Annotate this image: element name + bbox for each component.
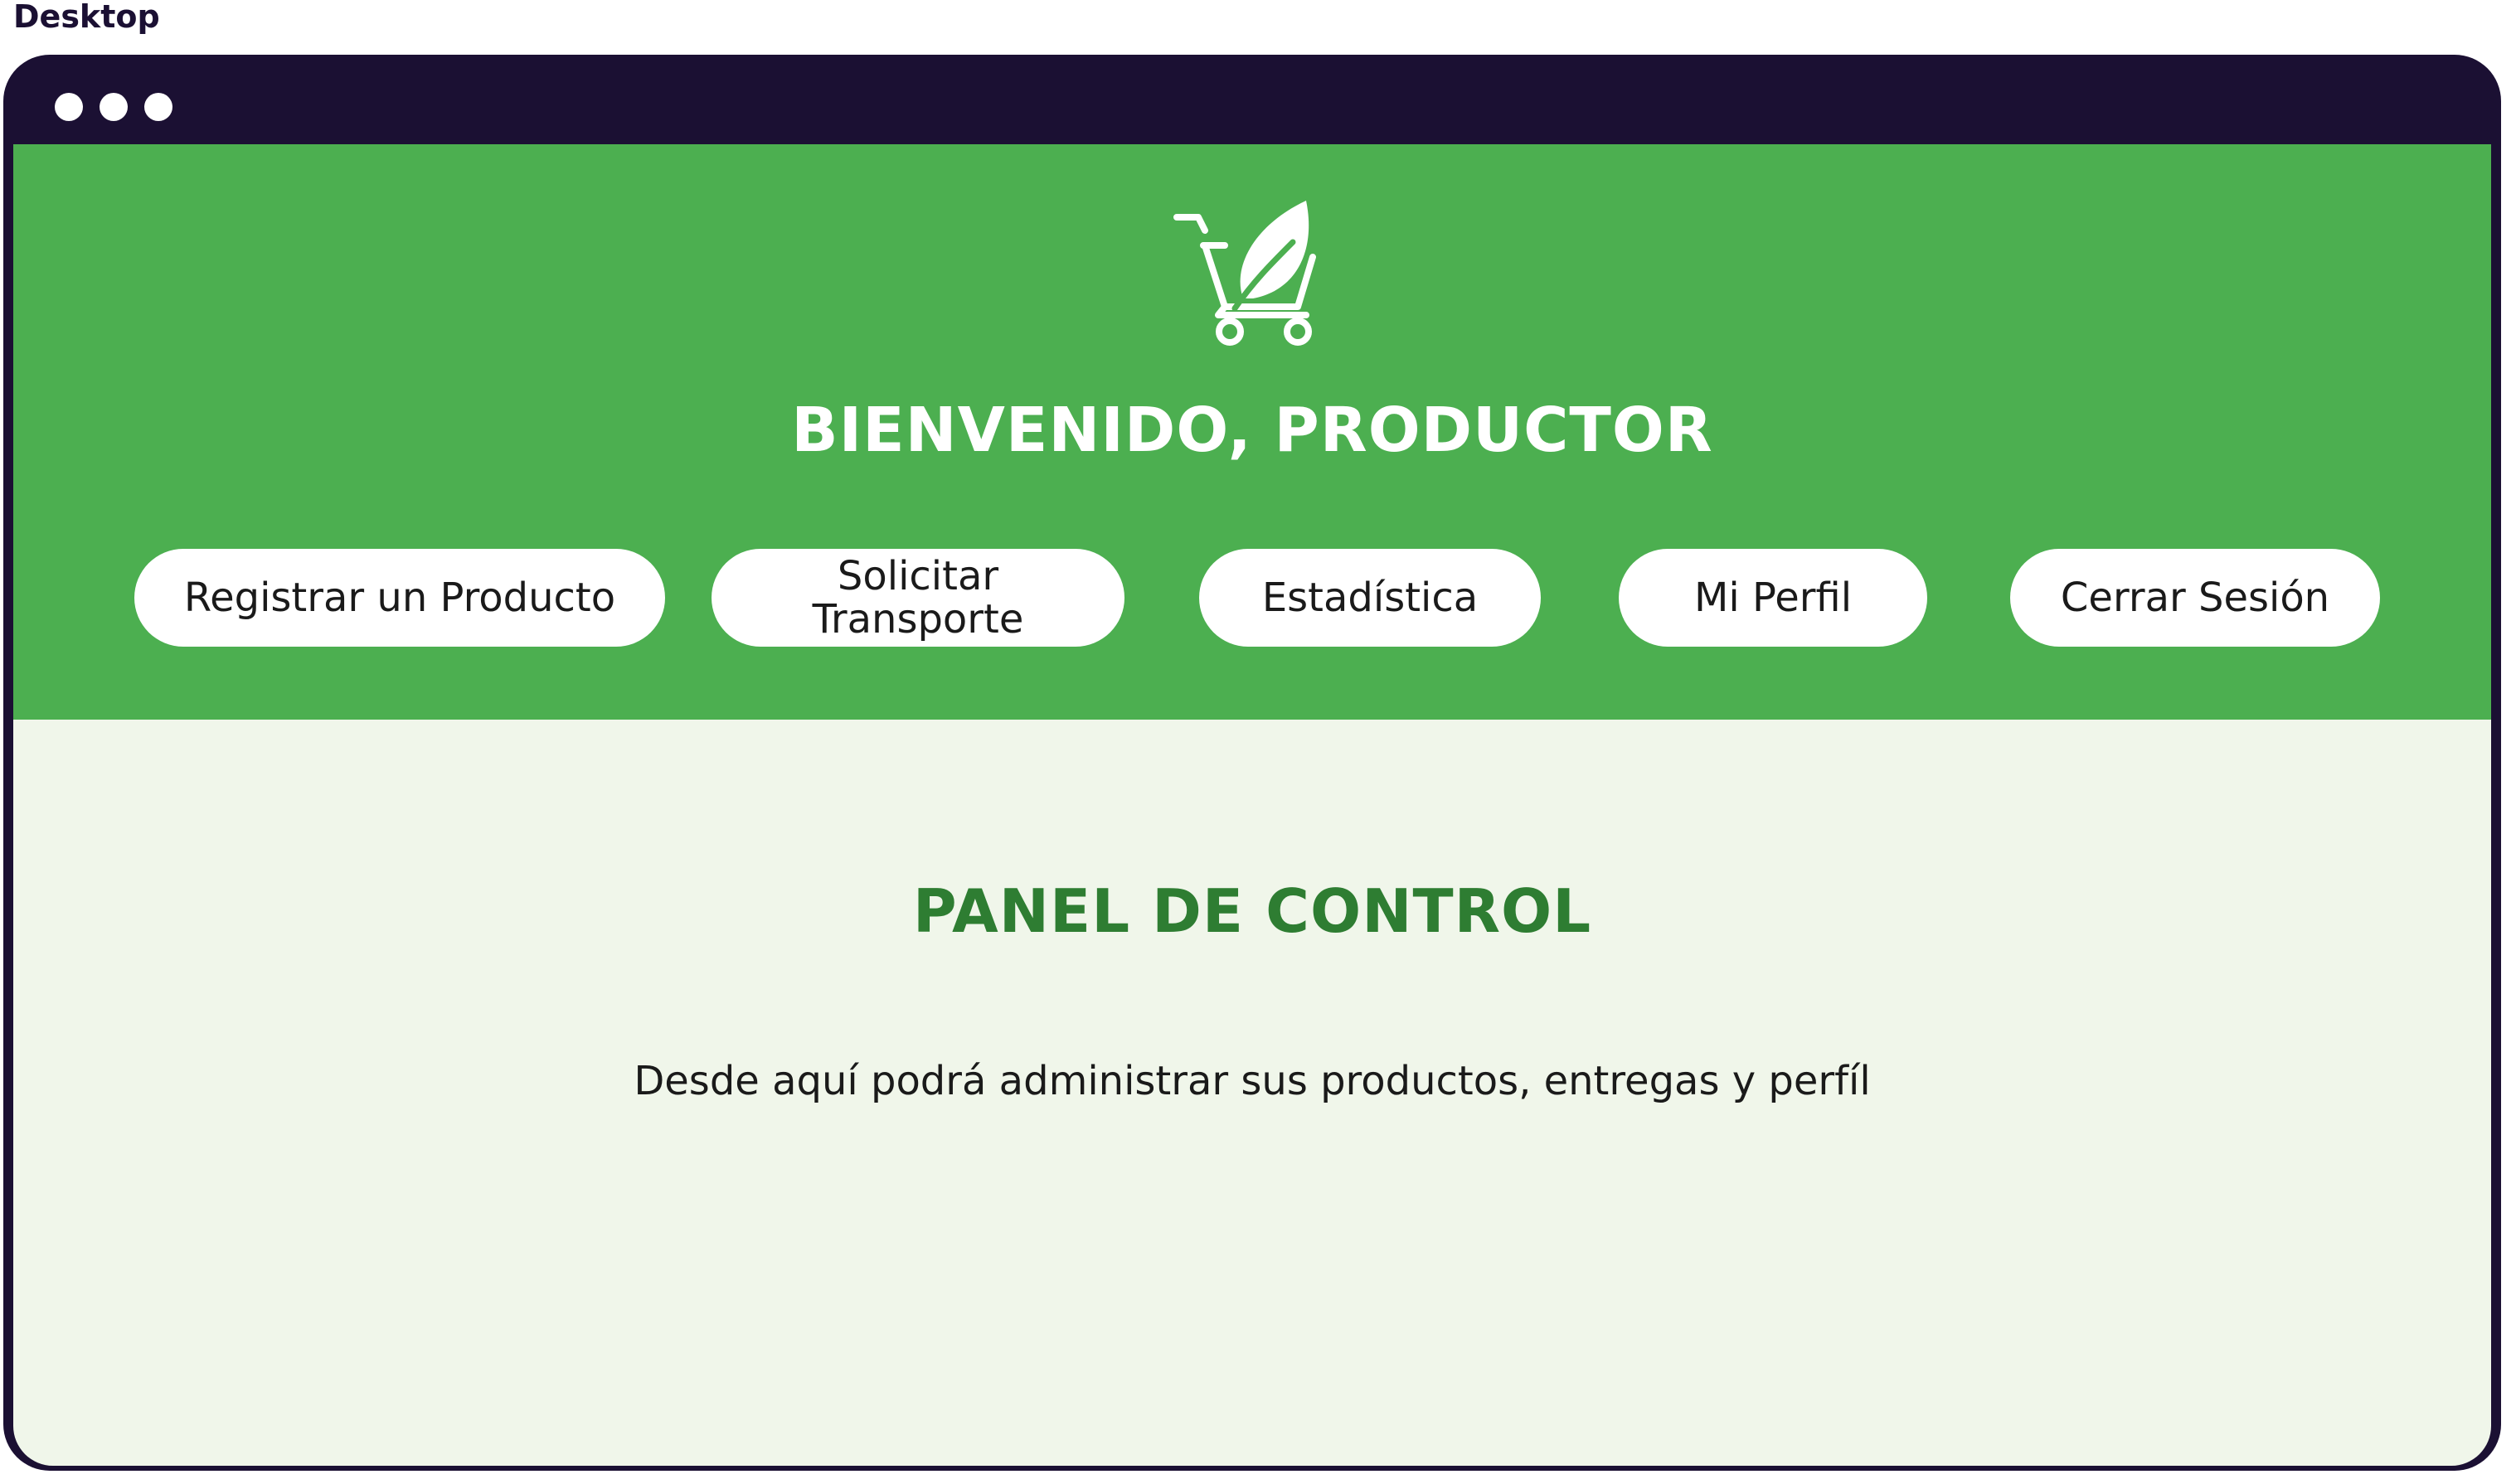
window-dot-icon — [100, 93, 128, 121]
request-transport-button[interactable]: Solicitar Transporte — [712, 549, 1124, 647]
header-banner: BIENVENIDO, PRODUCTOR Registrar un Produ… — [13, 144, 2491, 720]
browser-window: BIENVENIDO, PRODUCTOR Registrar un Produ… — [3, 55, 2501, 1471]
window-dot-icon — [144, 93, 172, 121]
panel-description: Desde aquí podrá administrar sus product… — [634, 1058, 1871, 1104]
statistics-button[interactable]: Estadística — [1199, 549, 1541, 647]
window-titlebar — [3, 55, 2501, 144]
my-profile-button[interactable]: Mi Perfil — [1619, 549, 1927, 647]
register-product-button[interactable]: Registrar un Producto — [134, 549, 665, 647]
frame-label: Desktop — [13, 0, 160, 35]
window-dot-icon — [55, 93, 83, 121]
panel-title: PANEL DE CONTROL — [912, 876, 1592, 946]
welcome-title: BIENVENIDO, PRODUCTOR — [791, 395, 1713, 466]
page-viewport: BIENVENIDO, PRODUCTOR Registrar un Produ… — [13, 144, 2491, 1466]
logout-button[interactable]: Cerrar Sesión — [2010, 549, 2380, 647]
cart-leaf-icon — [1173, 201, 1316, 346]
